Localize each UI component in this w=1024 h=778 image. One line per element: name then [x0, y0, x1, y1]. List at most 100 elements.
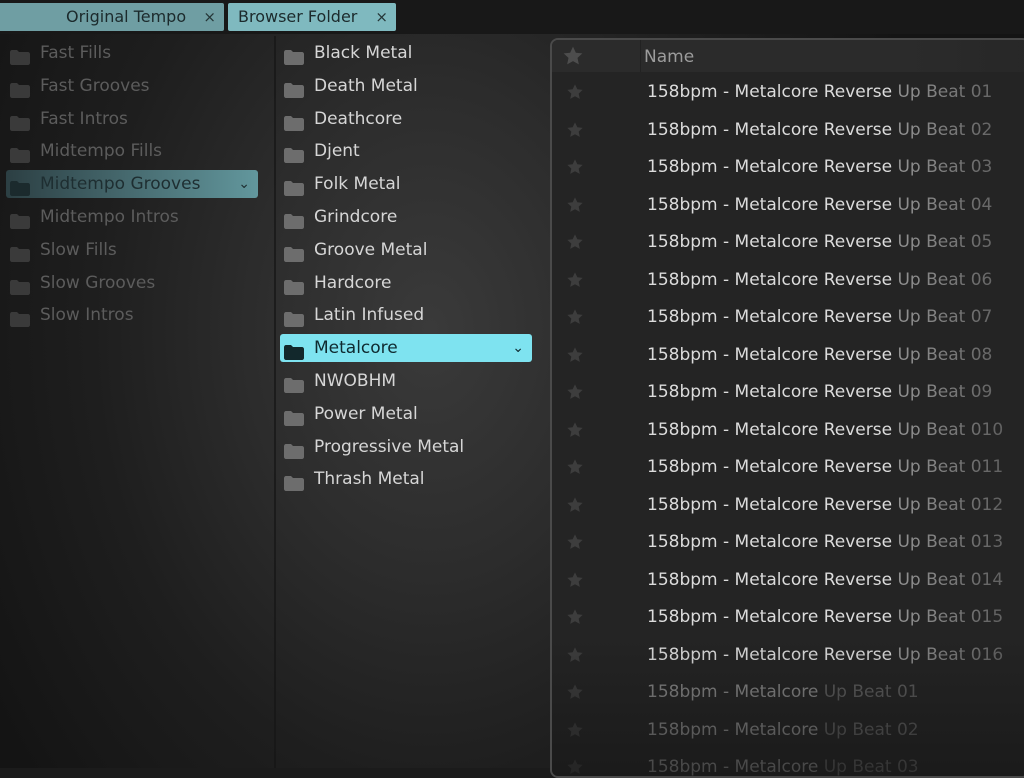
tab-browser-folder[interactable]: Browser Folder ×	[228, 3, 396, 31]
file-name-bpm: 158bpm	[647, 682, 718, 702]
file-name-sep: -	[717, 307, 735, 327]
file-row[interactable]: 158bpm - Metalcore Reverse Up Beat 04	[552, 187, 1024, 224]
genre-item[interactable]: Black Metal	[280, 39, 532, 67]
file-name-rest: Up Beat 02	[892, 119, 993, 140]
file-row[interactable]: 158bpm - Metalcore Reverse Up Beat 016	[552, 637, 1024, 674]
file-name-bpm: 158bpm	[647, 532, 718, 552]
file-row[interactable]: 158bpm - Metalcore Reverse Up Beat 012	[552, 487, 1024, 524]
star-icon[interactable]	[566, 346, 584, 364]
genre-item[interactable]: Latin Infused	[280, 301, 532, 329]
folder-icon	[10, 46, 30, 65]
star-icon[interactable]	[566, 533, 584, 551]
file-name: 158bpm - Metalcore Reverse Up Beat 05	[647, 224, 992, 261]
file-row[interactable]: 158bpm - Metalcore Reverse Up Beat 05	[552, 224, 1024, 261]
folder-icon	[10, 144, 30, 164]
folder-icon	[10, 210, 30, 229]
star-icon[interactable]	[566, 233, 584, 251]
file-name-sep: -	[717, 757, 735, 777]
file-row[interactable]: 158bpm - Metalcore Reverse Up Beat 015	[552, 599, 1024, 636]
star-icon[interactable]	[566, 571, 584, 589]
chevron-down-icon[interactable]: ⌄	[512, 334, 524, 362]
tab-original-tempo[interactable]: Original Tempo ×	[0, 3, 224, 31]
file-name-rest: Up Beat 02	[818, 719, 919, 740]
folder-icon	[284, 112, 304, 131]
category-item[interactable]: Midtempo Grooves ⌄	[6, 170, 258, 199]
star-icon[interactable]	[566, 196, 584, 214]
category-item[interactable]: Slow Intros	[6, 301, 258, 329]
star-icon[interactable]	[566, 383, 584, 401]
genre-item[interactable]: Progressive Metal	[280, 433, 532, 461]
file-name-bpm: 158bpm	[647, 419, 718, 440]
file-name-bpm: 158bpm	[647, 757, 718, 777]
folder-icon	[284, 276, 304, 295]
star-icon[interactable]	[566, 458, 584, 476]
file-name-sep: -	[717, 232, 735, 252]
file-row[interactable]: 158bpm - Metalcore Up Beat 03	[552, 749, 1024, 777]
file-row[interactable]: 158bpm - Metalcore Reverse Up Beat 06	[552, 262, 1024, 299]
file-row[interactable]: 158bpm - Metalcore Reverse Up Beat 010	[552, 412, 1024, 449]
file-name: 158bpm - Metalcore Reverse Up Beat 012	[647, 487, 1003, 524]
file-row[interactable]: 158bpm - Metalcore Reverse Up Beat 08	[552, 337, 1024, 374]
file-row[interactable]: 158bpm - Metalcore Up Beat 02	[552, 712, 1024, 749]
file-name-main: Metalcore Reverse	[734, 119, 893, 140]
star-icon[interactable]	[566, 758, 584, 776]
file-name: 158bpm - Metalcore Reverse Up Beat 015	[647, 599, 1003, 636]
genre-column: Black Metal Death Metal Deathcore Djent Folk…	[276, 36, 546, 768]
star-icon[interactable]	[566, 496, 584, 514]
file-name-main: Metalcore	[734, 757, 819, 777]
genre-item[interactable]: Thrash Metal	[280, 465, 532, 493]
file-row[interactable]: 158bpm - Metalcore Reverse Up Beat 02	[552, 112, 1024, 149]
genre-item[interactable]: Hardcore	[280, 269, 532, 297]
star-icon[interactable]	[566, 683, 584, 701]
close-icon[interactable]: ×	[375, 3, 388, 31]
file-name-bpm: 158bpm	[647, 194, 718, 215]
star-icon[interactable]	[566, 721, 584, 739]
file-row[interactable]: 158bpm - Metalcore Reverse Up Beat 01	[552, 74, 1024, 111]
category-item[interactable]: Slow Grooves	[6, 269, 258, 297]
folder-icon	[284, 46, 304, 65]
genre-item[interactable]: Power Metal	[280, 400, 532, 428]
star-icon[interactable]	[566, 308, 584, 326]
file-row[interactable]: 158bpm - Metalcore Reverse Up Beat 03	[552, 149, 1024, 186]
star-icon[interactable]	[566, 83, 584, 101]
file-name-rest: Up Beat 03	[892, 157, 993, 177]
genre-item[interactable]: Folk Metal	[280, 170, 532, 198]
file-name-main: Metalcore Reverse	[734, 382, 893, 402]
file-row[interactable]: 158bpm - Metalcore Reverse Up Beat 014	[552, 562, 1024, 599]
genre-item[interactable]: Death Metal	[280, 72, 532, 100]
star-icon[interactable]	[566, 121, 584, 139]
folder-icon	[10, 243, 30, 262]
star-icon[interactable]	[566, 646, 584, 664]
category-item[interactable]: Fast Grooves	[6, 72, 258, 100]
file-name-sep: -	[717, 382, 735, 402]
star-icon[interactable]	[562, 45, 584, 67]
star-icon[interactable]	[566, 271, 584, 289]
chevron-down-icon[interactable]: ⌄	[238, 170, 250, 198]
file-row[interactable]: 158bpm - Metalcore Reverse Up Beat 013	[552, 524, 1024, 561]
genre-item[interactable]: Djent	[280, 137, 532, 165]
category-item[interactable]: Fast Intros	[6, 105, 258, 133]
category-item[interactable]: Midtempo Intros	[6, 203, 258, 231]
close-icon[interactable]: ×	[203, 3, 216, 31]
star-icon[interactable]	[566, 158, 584, 176]
file-row[interactable]: 158bpm - Metalcore Reverse Up Beat 09	[552, 374, 1024, 411]
genre-item[interactable]: Groove Metal	[280, 236, 532, 264]
file-row[interactable]: 158bpm - Metalcore Reverse Up Beat 07	[552, 299, 1024, 336]
name-column-header[interactable]: Name	[644, 40, 694, 74]
genre-item[interactable]: Deathcore	[280, 105, 532, 133]
genre-item[interactable]: Grindcore	[280, 203, 532, 231]
star-icon[interactable]	[566, 608, 584, 626]
genre-item[interactable]: NWOBHM	[280, 367, 532, 395]
file-name: 158bpm - Metalcore Up Beat 03	[647, 749, 919, 777]
file-name-rest: Up Beat 09	[892, 382, 993, 402]
category-item[interactable]: Slow Fills	[6, 236, 258, 264]
category-item[interactable]: Fast Fills	[6, 39, 258, 67]
file-name-main: Metalcore Reverse	[734, 269, 893, 290]
file-name-rest: Up Beat 011	[892, 457, 1004, 477]
file-row[interactable]: 158bpm - Metalcore Up Beat 01	[552, 674, 1024, 711]
category-item[interactable]: Midtempo Fills	[6, 137, 258, 165]
file-name-main: Metalcore Reverse	[734, 344, 893, 365]
file-row[interactable]: 158bpm - Metalcore Reverse Up Beat 011	[552, 449, 1024, 486]
star-icon[interactable]	[566, 421, 584, 439]
genre-item[interactable]: Metalcore ⌄	[280, 334, 532, 363]
